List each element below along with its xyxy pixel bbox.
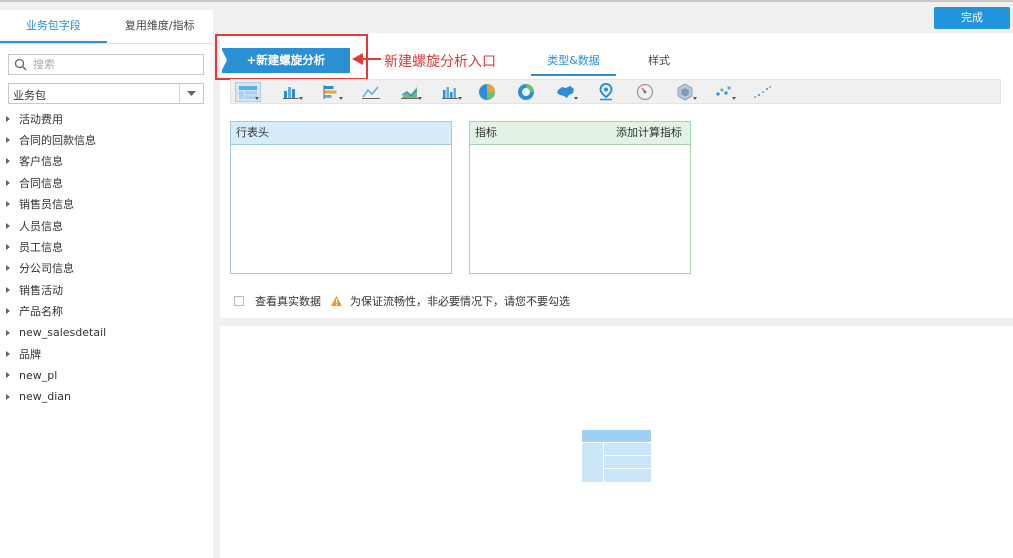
warning-icon [331,296,342,306]
table-icon[interactable] [235,82,261,102]
stacked-bar-icon[interactable] [318,83,344,101]
tab-type-data[interactable]: 类型&数据 [531,48,616,76]
radar-icon[interactable] [672,83,698,101]
real-data-label: 查看真实数据 [255,295,321,308]
tree-item[interactable]: 合同信息 [0,172,213,193]
expand-triangle-icon[interactable] [6,286,10,293]
tree-item-label: 活动费用 [19,112,63,126]
tree-item[interactable]: new_salesdetail [0,322,213,343]
tab-reuse-dimensions[interactable]: 复用维度/指标 [107,10,214,43]
annotation-text: 新建螺旋分析入口 [384,54,496,70]
tree-item[interactable]: 分公司信息 [0,258,213,279]
bubble-icon[interactable] [749,83,775,101]
tree-item-label: new_pl [19,368,58,382]
expand-triangle-icon[interactable] [6,222,10,229]
tree-item[interactable]: 销售活动 [0,279,213,300]
scatter-icon[interactable] [711,83,737,101]
tree-item[interactable]: 员工信息 [0,236,213,257]
chart-type-toolbar [230,79,1001,104]
tree-item[interactable]: 客户信息 [0,151,213,172]
tree-item-label: new_salesdetail [19,326,107,340]
top-border [0,0,1013,2]
china-map-icon[interactable] [553,83,579,101]
line-chart-icon[interactable] [358,83,384,101]
pie-chart-icon[interactable] [474,83,500,101]
tree-item[interactable]: 产品名称 [0,301,213,322]
tree-item-label: 客户信息 [19,155,63,169]
expand-triangle-icon[interactable] [6,265,10,272]
measure-dropzone[interactable]: 指标 添加计算指标 [469,121,691,274]
measure-title: 指标 [475,126,497,139]
tree-item[interactable]: new_dian [0,386,213,407]
expand-triangle-icon[interactable] [6,308,10,315]
done-button[interactable]: 完成 [934,7,1010,29]
warning-text: 为保证流畅性，非必要情况下，请您不要勾选 [350,295,570,308]
tab-style[interactable]: 样式 [634,48,684,76]
tree-item[interactable]: 合同的回款信息 [0,129,213,150]
donut-chart-icon[interactable] [513,83,539,101]
field-panel-tabs: 业务包字段 复用维度/指标 [0,10,213,44]
expand-triangle-icon[interactable] [6,350,10,357]
row-header-title: 行表头 [231,122,451,145]
real-data-checkbox[interactable] [234,296,244,306]
tree-item[interactable]: 销售员信息 [0,194,213,215]
tree-item-label: 品牌 [19,347,41,361]
expand-triangle-icon[interactable] [6,372,10,379]
package-select[interactable]: 业务包 [8,83,204,104]
real-data-row: 查看真实数据 为保证流畅性，非必要情况下，请您不要勾选 [234,294,570,308]
tree-item-label: new_dian [19,390,71,404]
tree-item[interactable]: 品牌 [0,343,213,364]
expand-triangle-icon[interactable] [6,137,10,144]
annotation-arrow-icon [352,53,381,65]
area-chart-icon[interactable] [397,83,423,101]
gis-map-icon[interactable] [593,83,619,101]
tree-item[interactable]: 人员信息 [0,215,213,236]
search-icon [14,58,27,71]
tree-item-label: 销售员信息 [19,198,74,212]
gauge-icon[interactable] [632,83,658,101]
field-search[interactable] [8,54,204,75]
field-panel: 业务包字段 复用维度/指标 业务包 活动费用合同的回款信息客户信息合同信息销售员… [0,10,213,558]
expand-triangle-icon[interactable] [6,393,10,400]
table-placeholder-icon [582,430,651,482]
measure-header: 指标 添加计算指标 [470,122,690,145]
search-input[interactable] [33,56,198,73]
expand-triangle-icon[interactable] [6,158,10,165]
tab-package-fields[interactable]: 业务包字段 [0,10,107,43]
tree-item[interactable]: 活动费用 [0,108,213,129]
annotation-highlight-box [215,34,368,80]
tree-item-label: 分公司信息 [19,262,74,276]
expand-triangle-icon[interactable] [6,244,10,251]
tree-item-label: 销售活动 [19,283,63,297]
expand-triangle-icon[interactable] [6,329,10,336]
tree-item-label: 员工信息 [19,241,63,255]
tree-item-label: 产品名称 [19,305,63,319]
row-header-dropzone[interactable]: 行表头 [230,121,452,274]
package-select-value: 业务包 [13,89,46,102]
expand-triangle-icon[interactable] [6,201,10,208]
combo-chart-icon[interactable] [437,83,463,101]
tree-item-label: 人员信息 [19,219,63,233]
field-tree: 活动费用合同的回款信息 客户信息合同信息销售员信息人员信息员工信息分公司信息销售活… [0,108,213,407]
expand-triangle-icon[interactable] [6,115,10,122]
bar-chart-icon[interactable] [278,83,304,101]
chevron-down-icon[interactable] [179,84,203,103]
tree-item-label: 合同信息 [19,176,63,190]
expand-triangle-icon[interactable] [6,179,10,186]
tree-item[interactable]: new_pl [0,365,213,386]
tree-item-label: 合同的回款信息 [19,134,96,148]
add-calculated-measure-link[interactable]: 添加计算指标 [616,122,682,144]
